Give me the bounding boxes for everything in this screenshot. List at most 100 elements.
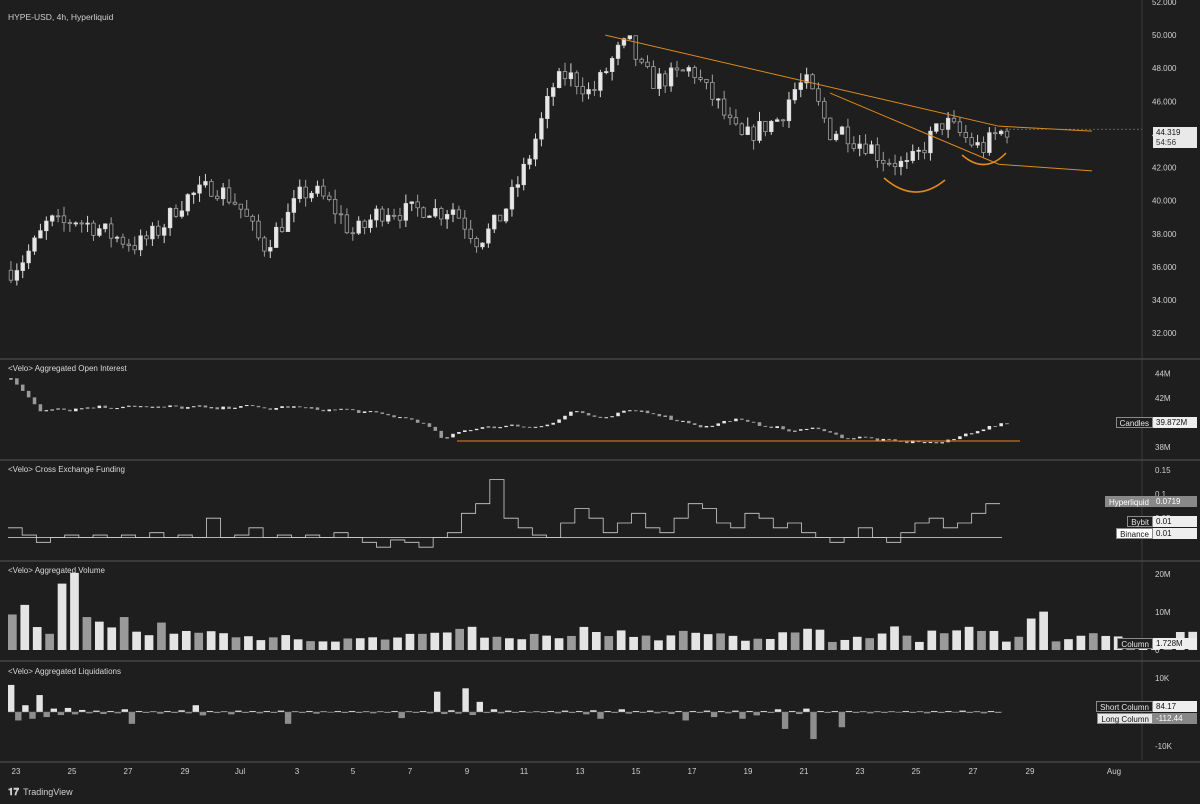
oi-tick: 42M [1155,394,1171,403]
short-liq-bar [64,707,72,712]
oi-candle [380,412,385,414]
oi-candle [816,427,821,430]
candle [185,194,190,212]
oi-candle [398,417,402,419]
long-liq-bar [15,712,22,721]
candle [940,123,945,130]
oi-candle [162,406,166,408]
oi-candle [533,426,538,428]
oi-candle [557,419,561,423]
short-liq-bar [79,709,86,712]
candle [468,228,473,239]
candle [592,89,597,91]
oi-candle [250,405,255,407]
volume-bar [989,630,999,650]
volume-bar [591,632,601,650]
short-liq-bar [774,709,782,712]
funding-bybit-value: 0.01 [1153,516,1197,527]
oi-candle [221,406,225,410]
oi-candle [781,426,785,430]
handle-arc [961,152,1007,166]
candle [503,208,509,222]
candle [492,214,497,230]
oi-candle [498,427,502,429]
x-axis-label: 29 [181,767,190,776]
oi-candle [763,425,768,427]
oi-candle [964,433,968,437]
volume-bar [318,641,328,650]
x-axis-label: 27 [969,767,978,776]
candle [61,215,67,224]
oi-candle [569,411,573,416]
price-tick: 36.000 [1152,263,1177,272]
candle [910,150,915,161]
oi-candle [710,425,715,427]
volume-bar [915,641,924,650]
candle [327,195,332,200]
candle [285,211,291,232]
oi-candle [144,406,149,408]
candle [32,237,37,252]
oi-candle [315,407,320,410]
oi-candle [716,423,721,426]
candle [598,72,603,91]
funding-hyperliquid-value: 0.0719 [1153,496,1197,507]
candle [44,220,49,232]
x-axis-label: 5 [351,767,356,776]
oi-candle [345,408,349,410]
price-tick: 46.000 [1152,97,1177,106]
volume-bar [194,632,204,650]
oi-candle [56,408,60,410]
volume-bar [169,633,179,650]
funding-binance-label: Binance [1116,528,1153,539]
oi-candle [333,409,337,411]
oi-candle [728,420,732,422]
volume-bar [94,621,104,650]
oi-candle [421,422,426,424]
oi-candle [698,424,703,428]
candle [91,222,96,236]
candle [904,160,910,162]
candle [698,77,703,80]
candle [374,208,379,221]
volume-bar [616,630,626,650]
candle [833,133,839,141]
oi-candle [563,415,567,420]
candle [674,67,680,71]
candle [539,118,544,140]
x-axis-label: 7 [408,767,413,776]
liq-long-label: Long Column [1097,713,1153,724]
oi-candle [121,406,125,409]
oi-candle [969,433,974,435]
candle [586,89,591,95]
oi-candle [852,438,856,440]
candle [604,71,609,73]
oi-candle [504,425,508,428]
candle [769,120,774,133]
candle [763,120,768,133]
oi-candle [810,427,815,429]
oi-candle [327,409,331,412]
candle [114,236,120,239]
price-tick: 34.000 [1152,296,1177,305]
volume-bar [952,630,961,650]
candle [580,86,585,95]
long-liq-bar [753,712,760,716]
volume-bar [219,633,228,650]
candle [191,192,196,196]
long-liq-bar [810,712,817,740]
tradingview-logo[interactable]: 𝟏𝟕 TradingView [8,787,73,798]
oi-candle [987,425,992,430]
x-axis-label: 13 [576,767,585,776]
oi-candle [981,429,986,432]
oi-candle [463,430,467,433]
candle [421,207,426,218]
oi-candle [280,406,284,408]
oi-candle [26,390,31,398]
oi-candle [227,406,231,409]
volume-bar [964,626,974,650]
oi-candle [628,410,632,412]
chart-canvas[interactable]: 23 25 27 29 Jul 3 5 7 9 11 13 15 17 19 21 23 25 27 29 Aug 32… [0,0,1200,804]
volume-bar [256,640,266,650]
volume-bar [1014,636,1024,650]
